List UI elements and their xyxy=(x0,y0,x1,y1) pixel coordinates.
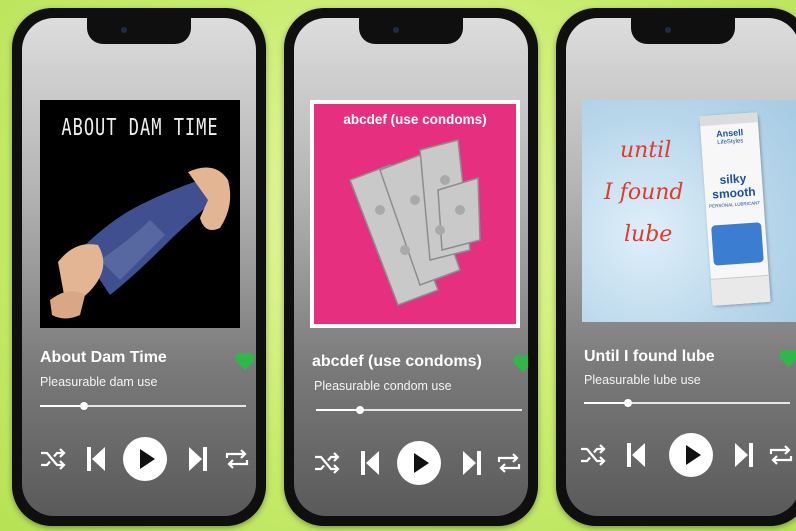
shuffle-icon[interactable] xyxy=(580,444,606,466)
notch xyxy=(359,18,463,44)
heart-icon[interactable] xyxy=(778,348,796,368)
player-screen: ABOUT DAM TIME About Dam Time Pleasurabl… xyxy=(22,18,256,516)
album-art: until I found lube Ansell LifeStyles sil… xyxy=(582,100,796,322)
playback-controls xyxy=(310,440,524,486)
next-icon[interactable] xyxy=(462,450,482,476)
shuffle-icon[interactable] xyxy=(314,452,340,474)
heart-icon[interactable] xyxy=(234,351,256,371)
previous-icon[interactable] xyxy=(626,442,646,468)
album-text-line-1: until xyxy=(620,138,672,163)
play-icon[interactable] xyxy=(122,436,168,482)
notch xyxy=(631,18,735,44)
progress-knob[interactable] xyxy=(80,402,88,410)
repeat-icon[interactable] xyxy=(224,447,250,471)
tube-label-2: smooth xyxy=(711,184,756,202)
phone-1: ABOUT DAM TIME About Dam Time Pleasurabl… xyxy=(12,8,266,526)
notch xyxy=(87,18,191,44)
track-subtitle: Pleasurable lube use xyxy=(584,373,701,387)
previous-icon[interactable] xyxy=(360,450,380,476)
track-title: Until I found lube xyxy=(584,348,715,365)
player-screen: abcdef (use condoms) abcdef (use condoms… xyxy=(294,18,528,516)
album-art: ABOUT DAM TIME xyxy=(40,100,240,328)
track-subtitle: Pleasurable dam use xyxy=(40,375,158,389)
track-title: abcdef (use condoms) xyxy=(312,353,482,370)
next-icon[interactable] xyxy=(188,446,208,472)
track-subtitle: Pleasurable condom use xyxy=(314,379,452,393)
progress-bar[interactable] xyxy=(316,406,522,414)
hands-dam-image xyxy=(50,167,231,319)
track-title: About Dam Time xyxy=(40,349,167,366)
album-art: abcdef (use condoms) xyxy=(310,100,520,328)
next-icon[interactable] xyxy=(734,442,754,468)
repeat-icon[interactable] xyxy=(496,451,522,475)
progress-bar[interactable] xyxy=(584,399,790,407)
progress-bar[interactable] xyxy=(40,402,246,410)
phone-3: until I found lube Ansell LifeStyles sil… xyxy=(556,8,796,526)
album-text-line-3: lube xyxy=(624,222,673,247)
condom-wrappers-image xyxy=(349,139,481,306)
progress-knob[interactable] xyxy=(356,406,364,414)
repeat-icon[interactable] xyxy=(768,443,794,467)
heart-icon[interactable] xyxy=(512,353,528,373)
player-screen: until I found lube Ansell LifeStyles sil… xyxy=(566,18,796,516)
previous-icon[interactable] xyxy=(86,446,106,472)
play-icon[interactable] xyxy=(668,432,714,478)
playback-controls xyxy=(36,436,250,482)
tube-small: PERSONAL LUBRICANT xyxy=(709,200,761,209)
lube-tube-image: Ansell LifeStyles silky smooth PERSONAL … xyxy=(699,112,771,306)
progress-knob[interactable] xyxy=(624,399,632,407)
playback-controls xyxy=(576,432,793,478)
shuffle-icon[interactable] xyxy=(40,448,66,470)
album-text-line-2: I found xyxy=(604,180,684,205)
phone-2: abcdef (use condoms) abcdef (use condoms… xyxy=(284,8,538,526)
play-icon[interactable] xyxy=(396,440,442,486)
